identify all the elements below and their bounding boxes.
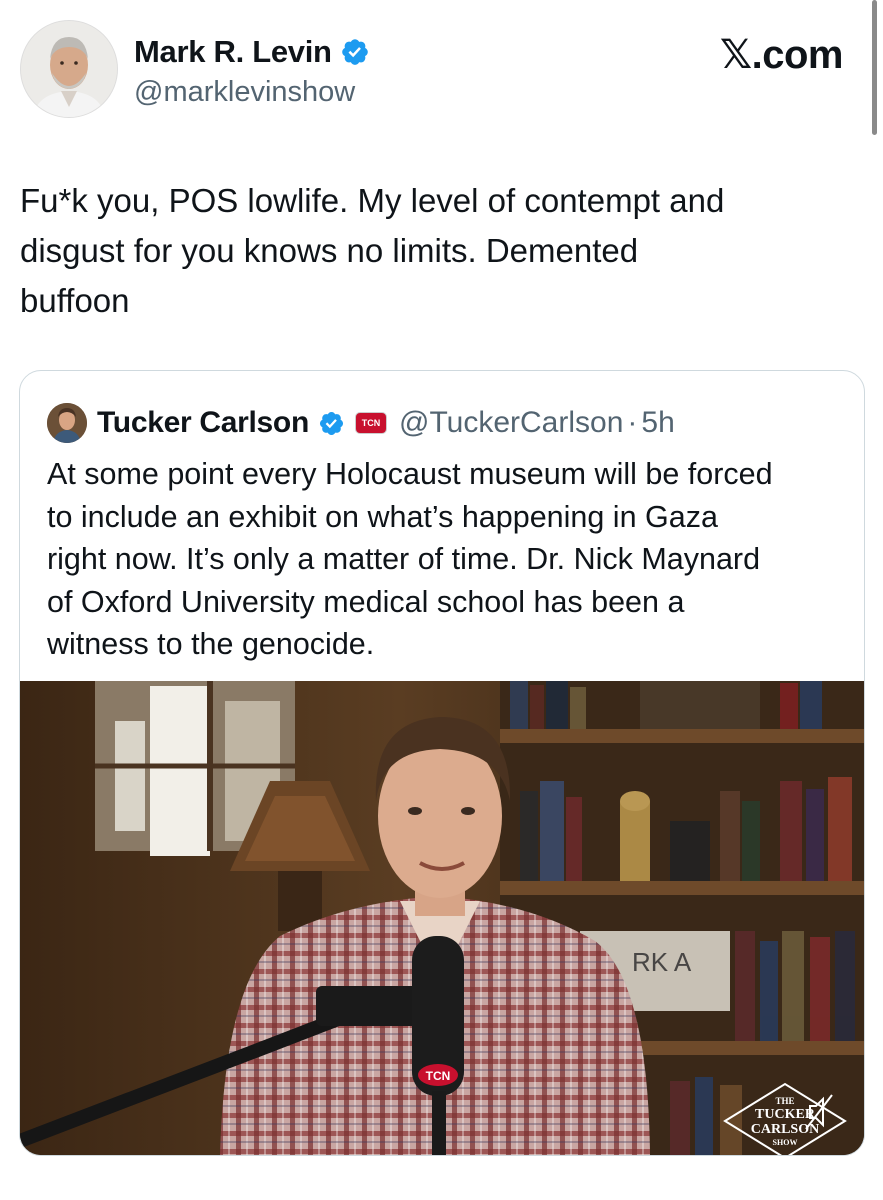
watermark-line-2: TUCKER — [755, 1107, 816, 1122]
watermark-line-4: SHOW — [773, 1138, 798, 1147]
x-brand-logo: 𝕏.com — [719, 33, 844, 77]
scroll-indicator[interactable] — [872, 0, 877, 135]
quoted-author-display-name[interactable]: Tucker Carlson — [97, 406, 309, 440]
watermark-line-1: THE — [775, 1096, 794, 1106]
author-name-row: Mark R. Levin — [134, 34, 370, 70]
verified-badge-icon — [319, 411, 344, 435]
tcn-affiliate-badge-icon: TCN — [354, 412, 387, 434]
mic-label-text: TCN — [426, 1069, 451, 1083]
quoted-post-text: At some point every Holocaust museum wil… — [47, 457, 773, 661]
shelf-sign-text: RK A — [632, 947, 692, 977]
verified-badge-icon — [341, 39, 368, 65]
quoted-post-video[interactable]: RK A TCN THE TUCKER CARLSON SHOW — [20, 681, 864, 1155]
post-text: Fu*k you, POS lowlife. My level of conte… — [20, 182, 725, 319]
quoted-post-card[interactable]: Tucker Carlson TCN @TuckerCarlson · 5h A… — [19, 370, 865, 1156]
post-header: Mark R. Levin @marklevinshow 𝕏.com — [20, 20, 844, 120]
quoted-author-handle[interactable]: @TuckerCarlson — [399, 406, 623, 440]
author-avatar[interactable] — [20, 20, 118, 118]
quoted-post-header: Tucker Carlson TCN @TuckerCarlson · 5h — [47, 403, 675, 443]
author-display-name[interactable]: Mark R. Levin — [134, 34, 332, 70]
separator-dot: · — [627, 406, 638, 439]
author-handle[interactable]: @marklevinshow — [134, 76, 355, 109]
quoted-post-timestamp[interactable]: 5h — [641, 406, 674, 440]
quoted-author-avatar[interactable] — [47, 403, 87, 443]
